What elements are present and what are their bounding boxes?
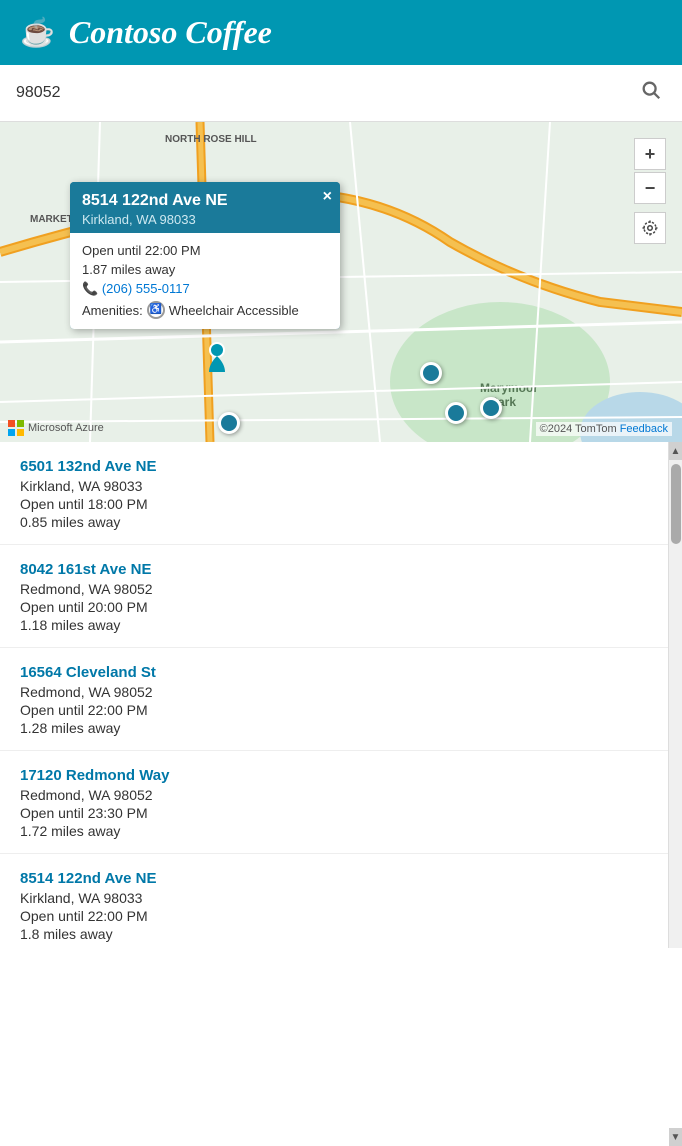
result-city-1: Redmond, WA 98052 (20, 581, 648, 597)
list-item: 17120 Redmond Way Redmond, WA 98052 Open… (0, 751, 668, 854)
map-controls: + − (634, 138, 666, 244)
scroll-down-button[interactable]: ▼ (669, 1128, 682, 1146)
feedback-link[interactable]: Feedback (620, 423, 668, 435)
search-input[interactable] (16, 84, 636, 102)
map-pin-2[interactable] (420, 362, 442, 384)
result-address-3[interactable]: 17120 Redmond Way (20, 767, 648, 784)
zoom-out-button[interactable]: − (634, 172, 666, 204)
result-hours-4: Open until 22:00 PM (20, 908, 648, 924)
map-attribution: ©2024 TomTom Feedback (536, 422, 672, 436)
result-address-2[interactable]: 16564 Cleveland St (20, 664, 648, 681)
map-popup-subtitle: Kirkland, WA 98033 (82, 212, 328, 227)
result-city-2: Redmond, WA 98052 (20, 684, 648, 700)
phone-icon: 📞 (82, 281, 102, 296)
results-list: 6501 132nd Ave NE Kirkland, WA 98033 Ope… (0, 442, 668, 948)
map-pin-1[interactable] (218, 412, 240, 434)
svg-text:MARKET: MARKET (30, 214, 73, 225)
map-pin-3[interactable] (445, 402, 467, 424)
result-distance-0: 0.85 miles away (20, 514, 648, 530)
result-hours-2: Open until 22:00 PM (20, 702, 648, 718)
popup-distance: 1.87 miles away (82, 262, 328, 277)
map-popup-title: 8514 122nd Ave NE (82, 192, 328, 210)
map-popup-header: 8514 122nd Ave NE Kirkland, WA 98033 (70, 182, 340, 233)
result-hours-0: Open until 18:00 PM (20, 496, 648, 512)
popup-phone-row: 📞 (206) 555-0117 (82, 281, 328, 297)
list-item: 6501 132nd Ave NE Kirkland, WA 98033 Ope… (0, 442, 668, 545)
result-distance-4: 1.8 miles away (20, 926, 648, 942)
result-address-1[interactable]: 8042 161st Ave NE (20, 561, 648, 578)
popup-hours: Open until 22:00 PM (82, 243, 328, 258)
result-address-4[interactable]: 8514 122nd Ave NE (20, 870, 648, 887)
search-icon (640, 79, 662, 101)
popup-phone-link[interactable]: (206) 555-0117 (102, 281, 190, 296)
map-popup: 8514 122nd Ave NE Kirkland, WA 98033 × O… (70, 182, 340, 329)
zoom-in-button[interactable]: + (634, 138, 666, 170)
scroll-thumb[interactable] (671, 464, 681, 544)
scroll-up-button[interactable]: ▲ (669, 442, 682, 460)
svg-text:NORTH ROSE HILL: NORTH ROSE HILL (165, 134, 257, 145)
result-city-3: Redmond, WA 98052 (20, 787, 648, 803)
list-item: 8514 122nd Ave NE Kirkland, WA 98033 Ope… (0, 854, 668, 948)
result-hours-3: Open until 23:30 PM (20, 805, 648, 821)
map-container: Marymoor Park MARKET NORTH ROSE HILL Yar… (0, 122, 682, 442)
results-container: 6501 132nd Ave NE Kirkland, WA 98033 Ope… (0, 442, 682, 948)
azure-label: Microsoft Azure (28, 422, 104, 434)
microsoft-azure-badge: Microsoft Azure (8, 420, 104, 436)
result-hours-1: Open until 20:00 PM (20, 599, 648, 615)
search-bar (0, 65, 682, 122)
popup-amenity: Amenities: ♿ Wheelchair Accessible (82, 301, 328, 319)
ms-logo (8, 420, 24, 436)
app-title: Contoso Coffee (69, 14, 272, 51)
popup-close-button[interactable]: × (323, 188, 332, 206)
locate-icon (641, 219, 659, 237)
coffee-icon: ☕ (20, 16, 55, 49)
scrollbar-track: ▲ ▼ (668, 442, 682, 948)
popup-person-icon (205, 342, 229, 377)
search-button[interactable] (636, 75, 666, 111)
app-header: ☕ Contoso Coffee (0, 0, 682, 65)
result-city-0: Kirkland, WA 98033 (20, 478, 648, 494)
result-distance-2: 1.28 miles away (20, 720, 648, 736)
list-item: 8042 161st Ave NE Redmond, WA 98052 Open… (0, 545, 668, 648)
map-pin-4[interactable] (480, 397, 502, 419)
result-city-4: Kirkland, WA 98033 (20, 890, 648, 906)
amenities-label: Amenities: (82, 303, 143, 318)
map-popup-body: Open until 22:00 PM 1.87 miles away 📞 (2… (70, 233, 340, 329)
list-item: 16564 Cleveland St Redmond, WA 98052 Ope… (0, 648, 668, 751)
result-distance-3: 1.72 miles away (20, 823, 648, 839)
locate-button[interactable] (634, 212, 666, 244)
amenity-label: Wheelchair Accessible (169, 303, 299, 318)
result-address-0[interactable]: 6501 132nd Ave NE (20, 458, 648, 475)
wheelchair-icon: ♿ (147, 301, 165, 319)
result-distance-1: 1.18 miles away (20, 617, 648, 633)
